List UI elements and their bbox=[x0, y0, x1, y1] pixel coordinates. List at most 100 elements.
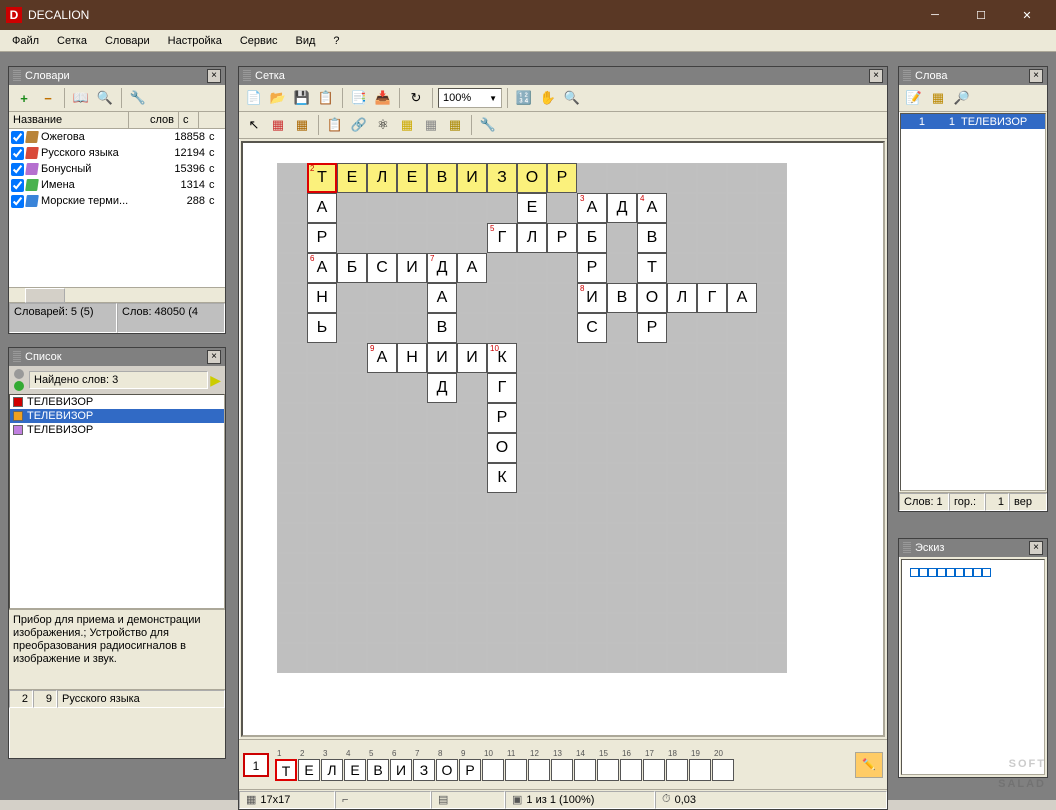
dict-checkbox[interactable] bbox=[11, 131, 24, 144]
crossword-cell[interactable]: О bbox=[487, 433, 517, 463]
maximize-button[interactable]: ☐ bbox=[958, 0, 1004, 30]
entry-cell[interactable]: 13 bbox=[551, 749, 574, 781]
words-row[interactable]: 11ТЕЛЕВИЗОР bbox=[901, 114, 1045, 129]
words-list[interactable]: 11ТЕЛЕВИЗОР bbox=[900, 113, 1046, 491]
word-item[interactable]: ТЕЛЕВИЗОР bbox=[10, 423, 224, 437]
grid-tool-1-button[interactable]: ▦ bbox=[267, 114, 289, 136]
export-button[interactable]: 📋 bbox=[315, 87, 337, 109]
crossword-canvas[interactable]: 2ТЕЛЕВИЗОРАЕ3АД4АР5ГЛРБВ6АБСИ7ДАРТНА8ИВО… bbox=[241, 141, 885, 737]
entry-apply-button[interactable]: ✏️ bbox=[855, 752, 883, 778]
dict-checkbox[interactable] bbox=[11, 179, 24, 192]
entry-cell[interactable]: 2Е bbox=[298, 749, 321, 781]
words-find-button[interactable]: 🔎 bbox=[951, 87, 973, 109]
dict-col-words[interactable]: слов bbox=[129, 112, 179, 128]
menu-?[interactable]: ? bbox=[325, 33, 347, 49]
dict-settings-button[interactable]: 🔧 bbox=[127, 87, 149, 109]
crossword-cell[interactable]: О bbox=[517, 163, 547, 193]
crossword-cell[interactable]: Р bbox=[487, 403, 517, 433]
crossword-cell[interactable]: А bbox=[427, 283, 457, 313]
new-file-button[interactable]: 📄 bbox=[243, 87, 265, 109]
dict-checkbox[interactable] bbox=[11, 195, 24, 208]
crossword-cell[interactable]: Е bbox=[397, 163, 427, 193]
word-list[interactable]: ТЕЛЕВИЗОРТЕЛЕВИЗОРТЕЛЕВИЗОР bbox=[9, 394, 225, 609]
menu-Настройка[interactable]: Настройка bbox=[160, 33, 230, 49]
dictionary-row[interactable]: Русского языка12194с bbox=[9, 145, 225, 161]
dictionaries-close-button[interactable]: × bbox=[207, 69, 221, 83]
crossword-cell[interactable]: А bbox=[727, 283, 757, 313]
crossword-cell[interactable]: 7Д bbox=[427, 253, 457, 283]
crossword-cell[interactable]: 3А bbox=[577, 193, 607, 223]
entry-cell[interactable]: 6И bbox=[390, 749, 413, 781]
crossword-cell[interactable]: А bbox=[457, 253, 487, 283]
word-item[interactable]: ТЕЛЕВИЗОР bbox=[10, 409, 224, 423]
entry-cells[interactable]: 1Т2Е3Л4Е5В6И7З8О9Р1011121314151617181920 bbox=[275, 749, 735, 781]
menu-Сетка[interactable]: Сетка bbox=[49, 33, 95, 49]
crossword-cell[interactable]: Д bbox=[607, 193, 637, 223]
grid-close-button[interactable]: × bbox=[869, 69, 883, 83]
crossword-cell[interactable]: З bbox=[487, 163, 517, 193]
crossword-cell[interactable]: Л bbox=[517, 223, 547, 253]
crossword-cell[interactable]: В bbox=[607, 283, 637, 313]
crossword-cell[interactable]: Л bbox=[667, 283, 697, 313]
entry-cell[interactable]: 7З bbox=[413, 749, 436, 781]
search-button[interactable]: 🔍 bbox=[561, 87, 583, 109]
crossword-cell[interactable]: Е bbox=[337, 163, 367, 193]
dict-col-name[interactable]: Название bbox=[9, 112, 129, 128]
crossword-cell[interactable]: И bbox=[457, 163, 487, 193]
atoms-tool-button[interactable]: ⚛ bbox=[372, 114, 394, 136]
crossword-cell[interactable]: Н bbox=[307, 283, 337, 313]
crossword-cell[interactable]: В bbox=[637, 223, 667, 253]
entry-cell[interactable]: 1Т bbox=[275, 749, 298, 781]
menu-Файл[interactable]: Файл bbox=[4, 33, 47, 49]
entry-cell[interactable]: 20 bbox=[712, 749, 735, 781]
dict-checkbox[interactable] bbox=[11, 163, 24, 176]
crossword-cell[interactable]: В bbox=[427, 163, 457, 193]
crossword-cell[interactable]: Н bbox=[397, 343, 427, 373]
crossword-cell[interactable]: 2Т bbox=[307, 163, 337, 193]
dictionary-list[interactable]: Ожегова18858сРусского языка12194сБонусны… bbox=[9, 129, 225, 287]
crossword-cell[interactable]: С bbox=[577, 313, 607, 343]
crossword-cell[interactable]: С bbox=[367, 253, 397, 283]
close-button[interactable]: ✕ bbox=[1004, 0, 1050, 30]
entry-cell[interactable]: 9Р bbox=[459, 749, 482, 781]
crossword-cell[interactable]: В bbox=[427, 313, 457, 343]
entry-cell[interactable]: 15 bbox=[597, 749, 620, 781]
refresh-button[interactable]: ↻ bbox=[405, 87, 427, 109]
entry-cell[interactable]: 3Л bbox=[321, 749, 344, 781]
menu-Словари[interactable]: Словари bbox=[97, 33, 158, 49]
save-file-button[interactable]: 💾 bbox=[291, 87, 313, 109]
crossword-cell[interactable]: Р bbox=[547, 223, 577, 253]
words-grid-button[interactable]: ▦ bbox=[927, 87, 949, 109]
crossword-cell[interactable]: И bbox=[427, 343, 457, 373]
entry-cell[interactable]: 14 bbox=[574, 749, 597, 781]
entry-cell[interactable]: 4Е bbox=[344, 749, 367, 781]
entry-cell[interactable]: 5В bbox=[367, 749, 390, 781]
grid-pattern-2-button[interactable]: ▦ bbox=[420, 114, 442, 136]
numbers-toggle-button[interactable]: 🔢 bbox=[513, 87, 535, 109]
crossword-cell[interactable]: Р bbox=[307, 223, 337, 253]
entry-cell[interactable]: 18 bbox=[666, 749, 689, 781]
entry-cell[interactable]: 16 bbox=[620, 749, 643, 781]
crossword-cell[interactable]: Д bbox=[427, 373, 457, 403]
entry-cell[interactable]: 17 bbox=[643, 749, 666, 781]
crossword-cell[interactable]: 6А bbox=[307, 253, 337, 283]
crossword-cell[interactable]: Т bbox=[637, 253, 667, 283]
entry-cell[interactable]: 11 bbox=[505, 749, 528, 781]
crossword-cell[interactable]: 8И bbox=[577, 283, 607, 313]
crossword-cell[interactable]: 4А bbox=[637, 193, 667, 223]
entry-cell[interactable]: 12 bbox=[528, 749, 551, 781]
crossword-cell[interactable]: Г bbox=[487, 373, 517, 403]
dictionary-row[interactable]: Морские терми...288с bbox=[9, 193, 225, 209]
crossword-cell[interactable]: Е bbox=[517, 193, 547, 223]
words-close-button[interactable]: × bbox=[1029, 69, 1043, 83]
crossword-cell[interactable]: А bbox=[307, 193, 337, 223]
play-icon[interactable]: ▶ bbox=[210, 372, 221, 389]
dictionary-row[interactable]: Бонусный15396с bbox=[9, 161, 225, 177]
entry-cell[interactable]: 19 bbox=[689, 749, 712, 781]
menu-Сервис[interactable]: Сервис bbox=[232, 33, 286, 49]
crossword-cell[interactable]: Б bbox=[337, 253, 367, 283]
crossword-cell[interactable]: Ь bbox=[307, 313, 337, 343]
dict-refresh-button[interactable]: 🔍 bbox=[94, 87, 116, 109]
dictionary-row[interactable]: Имена1314с bbox=[9, 177, 225, 193]
dict-col-status[interactable]: с bbox=[179, 112, 199, 128]
